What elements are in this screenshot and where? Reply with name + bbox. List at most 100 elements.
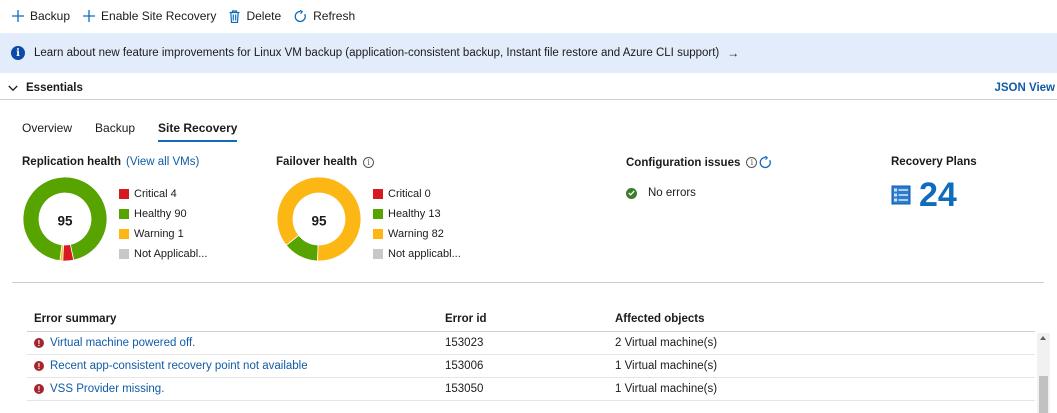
table-row[interactable]: ! Virtual machine powered off. 153023 2 V… [27,332,1035,355]
affected-objects-cell: 2 Virtual machine(s) [615,337,718,349]
error-summary-link[interactable]: Recent app-consistent recovery point not… [50,360,308,372]
legend-swatch-critical [373,189,383,199]
column-header-error-id[interactable]: Error id [445,313,615,325]
trash-icon [229,9,240,23]
recovery-plans-title: Recovery Plans [891,156,977,168]
plus-icon [12,10,24,22]
section-divider [12,282,1044,283]
legend-warning-label: Warning 82 [388,228,444,240]
legend-not-applicable-label: Not Applicabl... [134,248,208,260]
error-id-cell: 153006 [445,360,484,372]
legend-warning-label: Warning 1 [134,228,184,240]
table-row[interactable]: ! Recent app-consistent recovery point no… [27,355,1035,378]
legend-not-applicable: Not applicabl... [373,244,461,264]
info-icon[interactable]: i [363,156,375,168]
error-summary-link[interactable]: VSS Provider missing. [50,383,164,395]
legend-healthy-label: Healthy 13 [388,208,441,220]
view-all-vms-link[interactable]: (View all VMs) [126,156,199,168]
error-summary-cell: ! VSS Provider missing. [27,383,445,395]
essentials-header[interactable]: Essentials JSON View [0,79,1057,97]
failover-health-heading: Failover health i [276,156,375,168]
check-circle-icon [626,187,637,199]
info-icon: i [11,46,25,60]
recovery-plan-icon [891,185,911,205]
legend-swatch-healthy [119,209,129,219]
legend-swatch-warning [119,229,129,239]
configuration-issues-heading: Configuration issues i [626,156,772,169]
tab-site-recovery[interactable]: Site Recovery [158,121,238,142]
command-bar: Backup Enable Site Recovery Delete Refre… [0,0,1057,32]
essentials-title: Essentials [26,82,83,94]
failover-health-total: 95 [311,213,327,228]
legend-not-applicable-label: Not applicabl... [388,248,461,260]
failover-health-donut[interactable]: 95 [276,176,362,265]
error-id-cell: 153023 [445,337,484,349]
legend-swatch-critical [119,189,129,199]
error-icon: ! [34,338,44,348]
recovery-plans-tile[interactable]: 24 [891,178,957,212]
legend-warning: Warning 1 [119,224,207,244]
plus-icon [83,10,96,22]
failover-health-legend: Critical 0 Healthy 13 Warning 82 Not app… [373,184,461,264]
info-icon[interactable]: i [746,157,758,168]
scrollbar-thumb[interactable] [1039,376,1048,413]
delete-button-label: Delete [246,9,282,23]
legend-critical-label: Critical 4 [134,188,177,200]
legend-not-applicable: Not Applicabl... [119,244,207,264]
legend-swatch-not-applicable [373,249,383,259]
scroll-up-arrow-icon[interactable] [1040,336,1046,340]
legend-swatch-healthy [373,209,383,219]
banner-text: Learn about new feature improvements for… [34,47,720,59]
legend-healthy-label: Healthy 90 [134,208,187,220]
error-icon: ! [34,361,44,371]
refresh-icon[interactable] [759,156,772,169]
error-summary-cell: ! Virtual machine powered off. [27,337,445,349]
table-header: Error summary Error id Affected objects [27,306,1035,332]
affected-objects-cell: 1 Virtual machine(s) [615,383,718,395]
error-icon: ! [34,384,44,394]
refresh-button-label: Refresh [313,9,356,23]
legend-healthy: Healthy 90 [119,204,207,224]
arrow-right-icon: → [727,46,740,60]
error-summary-table: Error summary Error id Affected objects … [27,306,1035,401]
delete-button[interactable]: Delete [229,9,281,23]
error-summary-cell: ! Recent app-consistent recovery point no… [27,360,445,372]
refresh-icon [294,9,306,22]
essentials-divider [0,99,1057,100]
table-row[interactable]: ! VSS Provider missing. 153050 1 Virtual … [27,378,1035,401]
enable-site-recovery-label: Enable Site Recovery [101,9,217,23]
error-summary-link[interactable]: Virtual machine powered off. [50,337,195,349]
tab-backup[interactable]: Backup [95,121,135,142]
legend-swatch-warning [373,229,383,239]
enable-site-recovery-button[interactable]: Enable Site Recovery [83,9,216,23]
legend-critical: Critical 0 [373,184,461,204]
replication-health-donut[interactable]: 95 [22,176,108,265]
info-banner[interactable]: i Learn about new feature improvements f… [0,33,1057,73]
configuration-status-text: No errors [648,187,696,199]
recovery-plans-count: 24 [919,176,957,214]
affected-objects-cell: 1 Virtual machine(s) [615,360,718,372]
tab-overview[interactable]: Overview [22,121,72,142]
backup-button-label: Backup [30,9,71,23]
legend-warning: Warning 82 [373,224,461,244]
error-id-cell: 153050 [445,383,484,395]
replication-health-total: 95 [57,213,73,228]
tab-bar: Overview Backup Site Recovery [22,121,260,142]
refresh-button[interactable]: Refresh [294,9,355,23]
backup-button[interactable]: Backup [12,9,70,23]
json-view-link[interactable]: JSON View [994,82,1055,94]
legend-critical-label: Critical 0 [388,188,431,200]
legend-swatch-not-applicable [119,249,129,259]
column-header-affected-objects[interactable]: Affected objects [615,313,1035,325]
chevron-down-icon [8,85,18,91]
recovery-plans-heading: Recovery Plans [891,156,977,168]
legend-healthy: Healthy 13 [373,204,461,224]
replication-health-title: Replication health [22,156,122,168]
table-scrollbar[interactable] [1037,333,1050,413]
replication-health-heading: Replication health (View all VMs) [22,156,199,168]
legend-critical: Critical 4 [119,184,207,204]
configuration-status: No errors [626,187,696,199]
replication-health-legend: Critical 4 Healthy 90 Warning 1 Not Appl… [119,184,207,264]
column-header-error-summary[interactable]: Error summary [27,313,445,325]
configuration-issues-title: Configuration issues [626,156,741,169]
